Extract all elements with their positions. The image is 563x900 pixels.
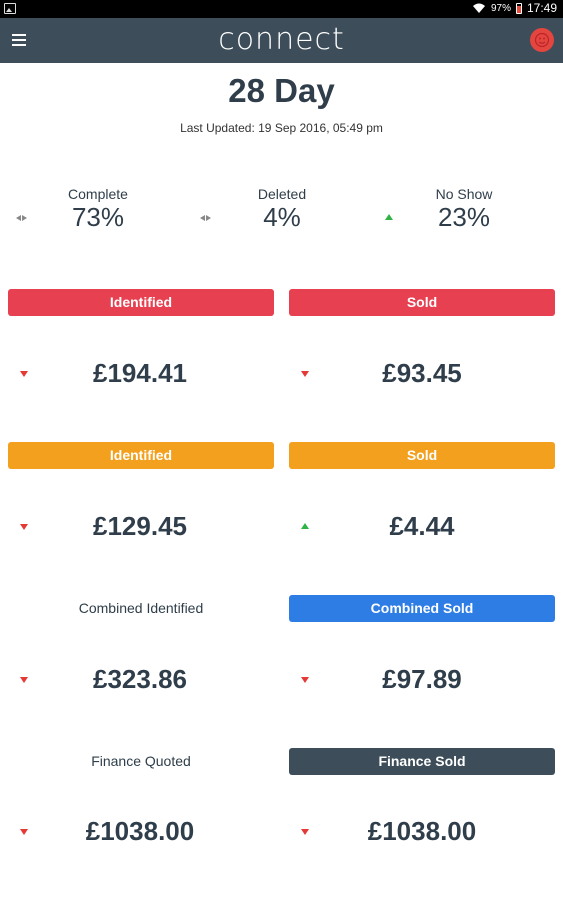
brand-logo: connect xyxy=(218,22,345,57)
finance-sold-amount: £1038.00 xyxy=(367,816,477,846)
trend-down-icon xyxy=(20,524,28,530)
identified-amount: £129.45 xyxy=(93,511,187,541)
trend-down-icon xyxy=(301,677,309,683)
last-updated: Last Updated: 19 Sep 2016, 05:49 pm xyxy=(180,121,383,135)
combined-identified-header: Combined Identified xyxy=(78,600,204,616)
trend-down-icon xyxy=(20,829,28,835)
wifi-icon xyxy=(472,3,485,13)
stat-no-show: No Show 23% xyxy=(374,186,554,233)
stat-complete: Complete 73% xyxy=(8,186,188,233)
identified-amount: £194.41 xyxy=(93,358,187,388)
page-title: 28 Day xyxy=(228,72,335,109)
trend-down-icon xyxy=(301,829,309,835)
combined-sold-amount: £97.89 xyxy=(382,664,462,694)
user-avatar[interactable] xyxy=(530,28,554,52)
image-notification-icon xyxy=(4,3,16,14)
stat-deleted: Deleted 4% xyxy=(192,186,372,233)
sold-header: Sold xyxy=(289,442,555,469)
finance-sold-header: Finance Sold xyxy=(289,748,555,775)
trend-down-icon xyxy=(20,371,28,377)
trend-down-icon xyxy=(301,371,309,377)
stat-label: Deleted xyxy=(257,186,307,202)
stat-value: 73% xyxy=(71,202,125,232)
identified-header: Identified xyxy=(8,289,274,316)
battery-icon xyxy=(515,2,522,14)
combined-sold-header: Combined Sold xyxy=(289,595,555,622)
stat-label: No Show xyxy=(435,186,493,202)
trend-down-icon xyxy=(20,677,28,683)
clock: 17:49 xyxy=(526,1,557,15)
stat-value: 23% xyxy=(437,202,491,232)
finance-quoted-amount: £1038.00 xyxy=(85,816,195,846)
status-indicators: 97% 17:49 xyxy=(472,1,557,15)
status-bar: 97% 17:49 xyxy=(0,0,563,18)
app-bar: connect xyxy=(0,18,563,63)
stat-value: 4% xyxy=(263,202,301,232)
sold-amount: £93.45 xyxy=(382,358,462,388)
sold-amount: £4.44 xyxy=(389,511,455,541)
combined-identified-amount: £323.86 xyxy=(93,664,187,694)
identified-header: Identified xyxy=(8,442,274,469)
sold-header: Sold xyxy=(289,289,555,316)
trend-up-icon xyxy=(301,523,309,529)
finance-quoted-header: Finance Quoted xyxy=(91,753,191,769)
battery-percent: 97% xyxy=(490,2,511,14)
stat-label: Complete xyxy=(68,186,128,202)
face-icon xyxy=(534,32,550,48)
